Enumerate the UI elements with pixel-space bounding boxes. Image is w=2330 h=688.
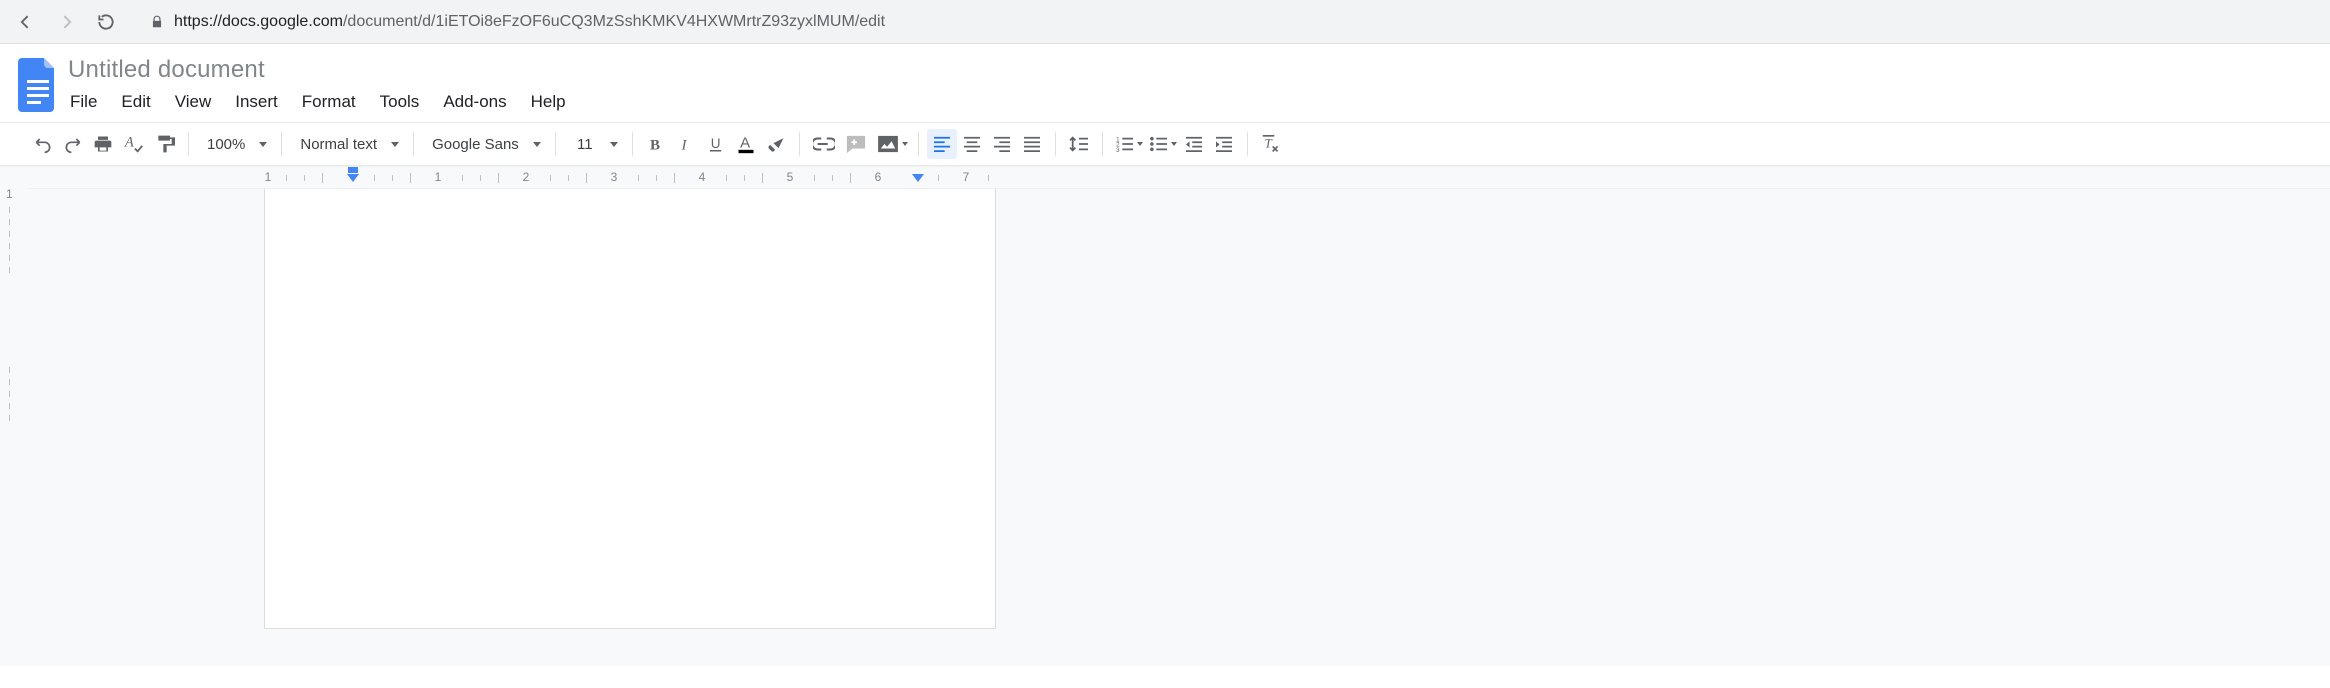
browser-url-field[interactable]: https://docs.google.com/document/d/1iETO…	[132, 7, 2318, 37]
menu-edit[interactable]: Edit	[121, 92, 150, 112]
document-title[interactable]: Untitled document	[66, 52, 566, 84]
menu-file[interactable]: File	[70, 92, 97, 112]
toolbar-separator	[1102, 132, 1103, 156]
horizontal-ruler[interactable]: 1 1 2 3 4 5 6 7	[28, 167, 2330, 189]
ruler-mark: 7	[963, 170, 970, 184]
menu-help[interactable]: Help	[531, 92, 566, 112]
decrease-indent-button[interactable]	[1179, 129, 1209, 159]
document-page[interactable]	[264, 189, 996, 629]
menu-format[interactable]: Format	[302, 92, 356, 112]
paint-format-button[interactable]	[150, 129, 180, 159]
zoom-value: 100%	[207, 136, 245, 153]
toolbar-separator	[918, 132, 919, 156]
svg-text:T: T	[1264, 135, 1273, 150]
size-value: 11	[574, 136, 596, 153]
font-value: Google Sans	[432, 136, 519, 153]
ruler-mark: 2	[523, 170, 530, 184]
chevron-down-icon	[533, 142, 541, 147]
vertical-ruler[interactable]: 1	[0, 167, 28, 666]
print-button[interactable]	[88, 129, 118, 159]
font-size-dropdown[interactable]: 11	[564, 129, 624, 159]
insert-comment-button[interactable]	[840, 129, 872, 159]
app-header: Untitled document File Edit View Insert …	[0, 44, 2330, 122]
right-indent-marker[interactable]	[912, 174, 924, 182]
ruler-mark: 1	[435, 170, 442, 184]
text-color-button[interactable]: A	[731, 129, 761, 159]
toolbar-separator	[799, 132, 800, 156]
svg-text:A: A	[124, 135, 134, 151]
align-center-button[interactable]	[957, 129, 987, 159]
ruler-mark: 6	[875, 170, 882, 184]
menu-insert[interactable]: Insert	[235, 92, 278, 112]
ruler-mark: 5	[787, 170, 794, 184]
numbered-list-button[interactable]: 123	[1111, 129, 1145, 159]
redo-button[interactable]	[58, 129, 88, 159]
toolbar-separator	[555, 132, 556, 156]
ruler-mark: 1	[6, 187, 13, 201]
clear-formatting-button[interactable]: T	[1256, 129, 1286, 159]
chevron-down-icon	[1171, 142, 1177, 146]
browser-forward-button[interactable]	[52, 8, 80, 36]
bold-button[interactable]: B	[641, 129, 671, 159]
svg-text:I: I	[680, 137, 687, 153]
insert-link-button[interactable]	[808, 129, 840, 159]
align-left-button[interactable]	[927, 129, 957, 159]
chevron-down-icon	[1137, 142, 1143, 146]
chevron-down-icon	[259, 142, 267, 147]
align-right-button[interactable]	[987, 129, 1017, 159]
lock-icon	[150, 14, 164, 30]
svg-text:U: U	[711, 136, 721, 151]
undo-button[interactable]	[28, 129, 58, 159]
italic-button[interactable]: I	[671, 129, 701, 159]
increase-indent-button[interactable]	[1209, 129, 1239, 159]
zoom-dropdown[interactable]: 100%	[197, 129, 273, 159]
browser-back-button[interactable]	[12, 8, 40, 36]
browser-address-bar: https://docs.google.com/document/d/1iETO…	[0, 0, 2330, 44]
toolbar-separator	[188, 132, 189, 156]
highlight-color-button[interactable]	[761, 129, 791, 159]
browser-reload-button[interactable]	[92, 8, 120, 36]
svg-text:A: A	[740, 134, 750, 151]
chevron-down-icon	[610, 142, 618, 147]
spellcheck-button[interactable]: A	[118, 129, 150, 159]
toolbar-separator	[632, 132, 633, 156]
style-value: Normal text	[300, 136, 377, 153]
menu-view[interactable]: View	[175, 92, 212, 112]
toolbar-separator	[1247, 132, 1248, 156]
document-canvas: 1 1 1 2 3 4 5 6 7	[0, 166, 2330, 666]
line-spacing-button[interactable]	[1064, 129, 1094, 159]
menu-tools[interactable]: Tools	[380, 92, 420, 112]
ruler-mark: 3	[611, 170, 618, 184]
underline-button[interactable]: U	[701, 129, 731, 159]
toolbar: A 100% Normal text Google Sans 11 B I U …	[0, 122, 2330, 166]
url-text: https://docs.google.com/document/d/1iETO…	[174, 13, 2318, 31]
svg-text:B: B	[650, 137, 660, 153]
docs-logo-icon[interactable]	[18, 58, 58, 112]
left-indent-marker[interactable]	[347, 174, 359, 182]
svg-text:3: 3	[1116, 147, 1120, 152]
insert-image-button[interactable]	[872, 129, 910, 159]
menu-bar: File Edit View Insert Format Tools Add-o…	[66, 84, 566, 122]
toolbar-separator	[1055, 132, 1056, 156]
bulleted-list-button[interactable]	[1145, 129, 1179, 159]
first-line-indent-marker[interactable]	[348, 167, 358, 173]
align-justify-button[interactable]	[1017, 129, 1047, 159]
font-family-dropdown[interactable]: Google Sans	[422, 129, 547, 159]
ruler-mark: 1	[265, 170, 272, 184]
menu-addons[interactable]: Add-ons	[443, 92, 506, 112]
chevron-down-icon	[391, 142, 399, 147]
chevron-down-icon	[902, 142, 908, 146]
toolbar-separator	[281, 132, 282, 156]
paragraph-style-dropdown[interactable]: Normal text	[290, 129, 405, 159]
ruler-mark: 4	[699, 170, 706, 184]
toolbar-separator	[413, 132, 414, 156]
